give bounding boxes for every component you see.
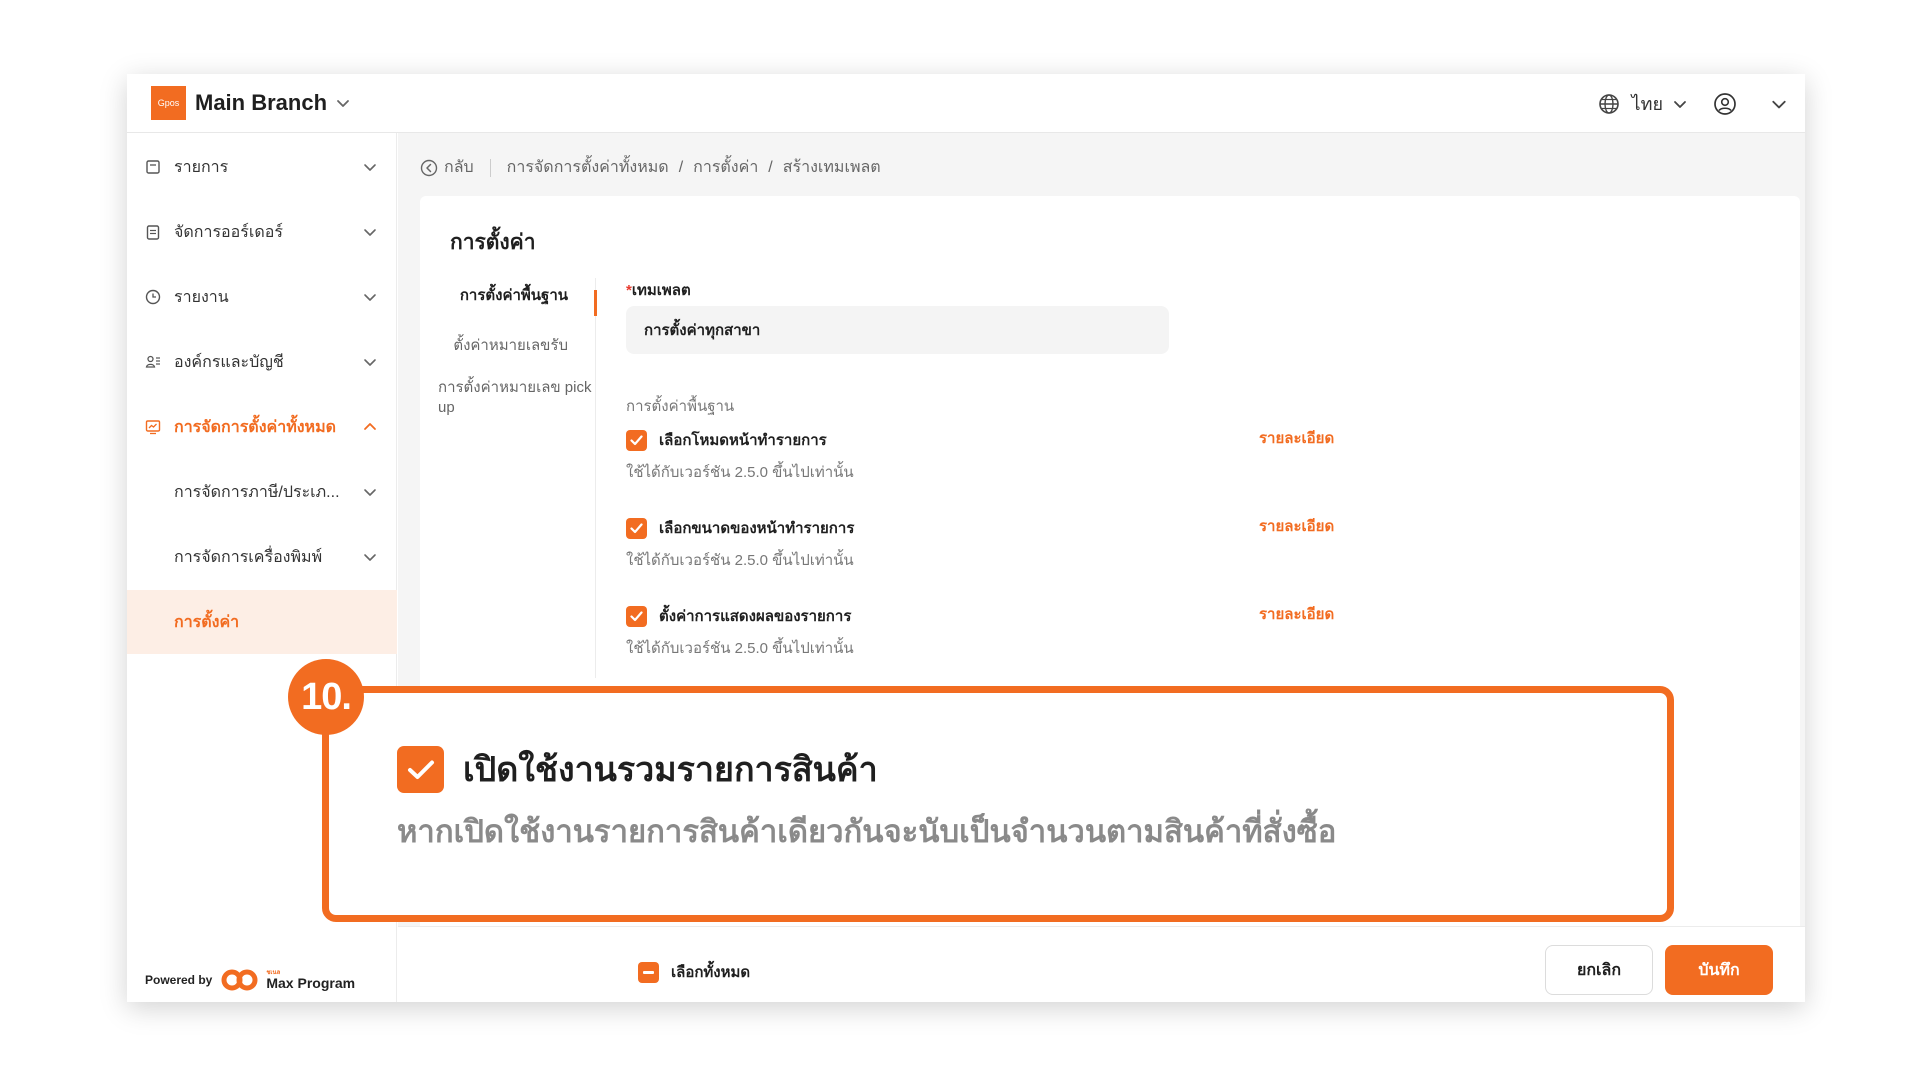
chevron-down-icon [363,290,377,304]
back-arrow-icon [420,159,438,176]
back-button[interactable]: กลับ [420,155,474,180]
sidebar-item-label: การจัดการภาษี/ประเภ... [174,483,340,501]
max-program-logo-icon [220,968,260,992]
sidebar-item-label: การตั้งค่า [174,613,240,631]
callout-title: เปิดใช้งานรวมรายการสินค้า [463,751,878,789]
tab-basic-settings[interactable]: การตั้งค่าพื้นฐาน [420,286,597,316]
callout-highlight-box [322,686,1674,922]
monitor-chart-icon [145,419,161,435]
callout-description: หากเปิดใช้งานรายการสินค้าเดียวกันจะนับเป… [397,814,1337,849]
check-icon [630,434,643,445]
chevron-down-icon[interactable] [1771,96,1787,112]
clock-icon [145,289,161,305]
sidebar-item-label: จัดการออร์เดอร์ [174,223,283,241]
sidebar-item-label: รายงาน [174,288,229,306]
gpos-logo: Gpos [151,86,186,120]
tab-receive-number[interactable]: ตั้งค่าหมายเลขรับ [420,336,596,356]
list-icon [145,159,161,175]
tab-label: การตั้งค่าหมายเลข pick up [438,379,592,416]
sidebar-item-organization[interactable]: องค์กรและบัญชี [127,330,397,394]
option-description: ใช้ได้กับเวอร์ชัน 2.5.0 ขึ้นไปเท่านั้น [626,464,854,481]
divider [489,158,491,177]
powered-by-text: Powered by [145,973,213,987]
user-avatar-icon[interactable] [1713,92,1737,116]
breadcrumb: กลับ การจัดการตั้งค่าทั้งหมด / การตั้งค่… [420,155,881,180]
sidebar-item-label: รายการ [174,158,229,176]
sidebar-subitem-settings[interactable]: การตั้งค่า [127,590,397,654]
branch-name[interactable]: Main Branch [195,90,327,116]
option-description: ใช้ได้กับเวอร์ชัน 2.5.0 ขึ้นไปเท่านั้น [626,552,854,569]
breadcrumb-item-current: สร้างเทมเพลต [782,159,881,176]
save-button[interactable]: บันทึก [1665,945,1773,995]
checkbox-checked[interactable] [626,517,647,539]
chevron-down-icon [363,355,377,369]
select-all[interactable]: เลือกทั้งหมด [626,960,750,984]
active-tab-indicator [594,290,597,316]
option-description: ใช้ได้กับเวอร์ชัน 2.5.0 ขึ้นไปเท่านั้น [626,640,854,657]
back-label: กลับ [444,159,474,176]
checkbox-checked[interactable] [626,605,647,627]
chevron-down-icon [363,485,377,499]
settings-form: *เทมเพลต การตั้งค่าทุกสาขา การตั้งค่าพื้… [626,278,1776,657]
settings-tabs: การตั้งค่าพื้นฐาน ตั้งค่าหมายเลขรับ การต… [420,278,597,678]
breadcrumb-separator: / [678,158,684,176]
top-bar: Gpos Main Branch ไทย [127,74,1805,133]
powered-by: Powered by ชเนล Max Program [145,968,355,992]
step-badge: 10. [288,659,364,735]
sidebar-item-items[interactable]: รายการ [127,135,397,199]
checkbox-indeterminate[interactable] [638,961,659,983]
detail-link[interactable]: รายละเอียด [1259,514,1334,538]
cancel-button[interactable]: ยกเลิก [1545,945,1653,995]
brand-name: Max Program [266,975,356,991]
sidebar-item-orders[interactable]: จัดการออร์เดอร์ [127,200,397,264]
select-all-label: เลือกทั้งหมด [671,964,751,981]
clipboard-icon [145,224,161,240]
footer-action-bar: เลือกทั้งหมด ยกเลิก บันทึก [398,926,1805,1002]
breadcrumb-item[interactable]: การตั้งค่า [693,155,758,180]
tab-pickup-number[interactable]: การตั้งค่าหมายเลข pick up [420,378,596,418]
sidebar-item-label: องค์กรและบัญชี [174,353,284,371]
option-page-mode: เลือกโหมดหน้าทำรายการ ใช้ได้กับเวอร์ชัน … [626,428,1386,484]
option-label: เลือกขนาดของหน้าทำรายการ [659,520,855,537]
tab-label: การตั้งค่าพื้นฐาน [459,287,568,304]
breadcrumb-separator: / [768,158,773,176]
sidebar-item-reports[interactable]: รายงาน [127,265,397,329]
detail-link[interactable]: รายละเอียด [1259,426,1334,450]
check-icon [630,610,643,621]
sidebar-item-label: การจัดการเครื่องพิมพ์ [174,548,323,566]
chevron-down-icon [363,160,377,174]
option-label: ตั้งค่าการแสดงผลของรายการ [659,608,852,625]
chevron-down-icon [363,550,377,564]
check-icon [407,760,434,779]
option-item-display: ตั้งค่าการแสดงผลของรายการ ใช้ได้กับเวอร์… [626,604,1386,660]
chevron-down-icon [363,225,377,239]
globe-icon[interactable] [1598,93,1620,115]
chevron-up-icon [363,420,377,434]
option-label: เลือกโหมดหน้าทำรายการ [659,432,827,449]
template-label-text: เทมเพลต [631,282,691,299]
chevron-down-icon[interactable] [1673,97,1687,111]
checkbox-checked[interactable] [626,429,647,451]
users-icon [145,354,161,370]
sidebar-subitem-printer-management[interactable]: การจัดการเครื่องพิมพ์ [127,525,397,589]
sidebar-subitem-tax-management[interactable]: การจัดการภาษี/ประเภ... [127,460,397,524]
section-title: การตั้งค่าพื้นฐาน [626,398,735,415]
chevron-down-icon[interactable] [336,96,350,110]
tab-label: ตั้งค่าหมายเลขรับ [453,337,568,354]
option-page-size: เลือกขนาดของหน้าทำรายการ ใช้ได้กับเวอร์ช… [626,516,1386,572]
sidebar-item-settings-management[interactable]: การจัดการตั้งค่าทั้งหมด [127,395,397,459]
detail-link[interactable]: รายละเอียด [1259,602,1334,626]
template-select[interactable]: การตั้งค่าทุกสาขา [626,306,1169,354]
callout-checkbox-checked[interactable] [397,746,444,793]
check-icon [630,522,643,533]
breadcrumb-item[interactable]: การจัดการตั้งค่าทั้งหมด [507,155,669,180]
sidebar-item-label: การจัดการตั้งค่าทั้งหมด [174,418,337,436]
template-label: *เทมเพลต [626,278,1776,302]
page-title: การตั้งค่า [450,231,536,254]
language-label[interactable]: ไทย [1632,89,1663,118]
